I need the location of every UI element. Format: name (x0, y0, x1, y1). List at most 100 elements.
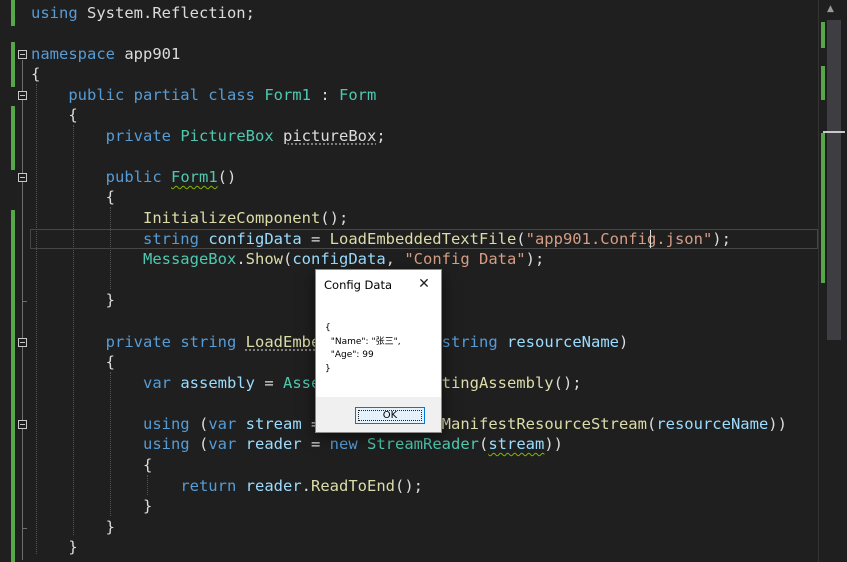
code-token: System.Reflection; (77, 4, 255, 22)
scrollbar-change-marker (821, 22, 825, 48)
code-token: = (301, 230, 330, 248)
code-token: reader (245, 477, 302, 495)
code-token: Form (338, 86, 377, 104)
code-token: using (142, 415, 190, 433)
scrollbar-change-marker (821, 66, 825, 100)
code-line[interactable]: return reader.ReadToEnd(); (31, 476, 423, 496)
code-token: } (31, 518, 115, 536)
change-indicator (11, 42, 15, 87)
dialog-title: Config Data (324, 278, 393, 292)
message-box-dialog[interactable]: Config Data ✕ { "Name": "张三", "Age": 99 … (315, 269, 442, 433)
code-token: StreamReader (367, 435, 479, 453)
code-token: } (31, 291, 115, 309)
code-token: { (31, 456, 153, 474)
fold-end-tick (22, 301, 27, 302)
code-token: ) (618, 333, 629, 351)
code-token: private (105, 127, 171, 145)
code-line[interactable]: MessageBox.Show(configData, "Config Data… (31, 249, 544, 269)
collapse-class-icon[interactable] (18, 91, 27, 100)
code-token: resourceName (507, 333, 619, 351)
code-line[interactable]: { (31, 352, 115, 372)
code-token: var (208, 435, 237, 453)
code-line[interactable]: private PictureBox pictureBox; (31, 126, 386, 146)
code-line[interactable]: var assembly = Assembly.GetExecutingAsse… (31, 373, 582, 393)
code-token: ( (516, 230, 526, 248)
code-token: ( (646, 415, 657, 433)
collapse-namespace-icon[interactable] (18, 50, 27, 59)
code-token: ( (479, 435, 489, 453)
close-icon[interactable]: ✕ (413, 273, 435, 295)
code-line[interactable]: using System.Reflection; (31, 3, 255, 23)
fold-end-tick (22, 528, 27, 529)
code-token: () (217, 168, 237, 186)
code-token: : (310, 86, 339, 104)
code-line[interactable]: } (31, 537, 77, 557)
dialog-footer: OK (316, 397, 441, 432)
code-token: ); (712, 230, 731, 248)
collapse-using-block-icon[interactable] (18, 420, 27, 429)
code-line[interactable]: public partial class Form1 : Form (31, 85, 376, 105)
code-token: { (31, 188, 115, 206)
code-token: ; (376, 127, 386, 145)
code-token: ( (282, 250, 293, 268)
code-token: configData (292, 250, 386, 268)
collapse-method-icon[interactable] (18, 338, 27, 347)
code-token: Show (245, 250, 283, 268)
code-line[interactable]: public Form1() (31, 167, 237, 187)
code-line[interactable]: string configData = LoadEmbeddedTextFile… (31, 229, 731, 249)
code-line[interactable]: { (31, 455, 152, 475)
code-line[interactable]: } (31, 496, 152, 516)
scroll-up-icon[interactable]: ▲ (827, 4, 834, 14)
code-line[interactable]: } (31, 517, 115, 537)
code-line[interactable]: { (31, 64, 40, 84)
collapse-constructor-icon[interactable] (18, 173, 27, 182)
code-token: "Config Data" (404, 250, 526, 268)
code-token: using (142, 435, 190, 453)
vertical-scrollbar[interactable]: ▲ (818, 0, 847, 562)
code-line[interactable]: namespace app901 (31, 44, 180, 64)
text-caret (650, 230, 651, 248)
code-line[interactable]: InitializeComponent(); (31, 208, 348, 228)
fold-guide (22, 60, 23, 560)
code-token: )) (768, 415, 787, 433)
code-token: string (142, 230, 199, 248)
code-token: )) (544, 435, 564, 453)
code-token: , (385, 250, 405, 268)
code-token: GetManifestResourceStream (413, 415, 647, 433)
code-line[interactable]: } (31, 290, 115, 310)
scrollbar-thumb[interactable] (827, 20, 841, 340)
ok-button[interactable]: OK (355, 407, 425, 424)
code-token: (); (553, 374, 582, 392)
code-token: . (236, 250, 246, 268)
code-line[interactable]: using (var reader = new StreamReader(str… (31, 434, 563, 454)
code-token: string (180, 333, 237, 351)
code-token: . (301, 477, 311, 495)
code-line[interactable]: { (31, 187, 115, 207)
code-line[interactable]: { (31, 105, 77, 125)
code-token: return (180, 477, 237, 495)
code-token: stream (245, 415, 302, 433)
code-token: assembly (180, 374, 255, 392)
code-token: using (31, 4, 78, 22)
code-token: (); (395, 477, 423, 495)
code-token: ( (189, 435, 209, 453)
code-token: InitializeComponent (142, 209, 321, 227)
code-token: var (208, 415, 237, 433)
code-token: PictureBox (180, 127, 274, 145)
code-token: ( (189, 415, 209, 433)
